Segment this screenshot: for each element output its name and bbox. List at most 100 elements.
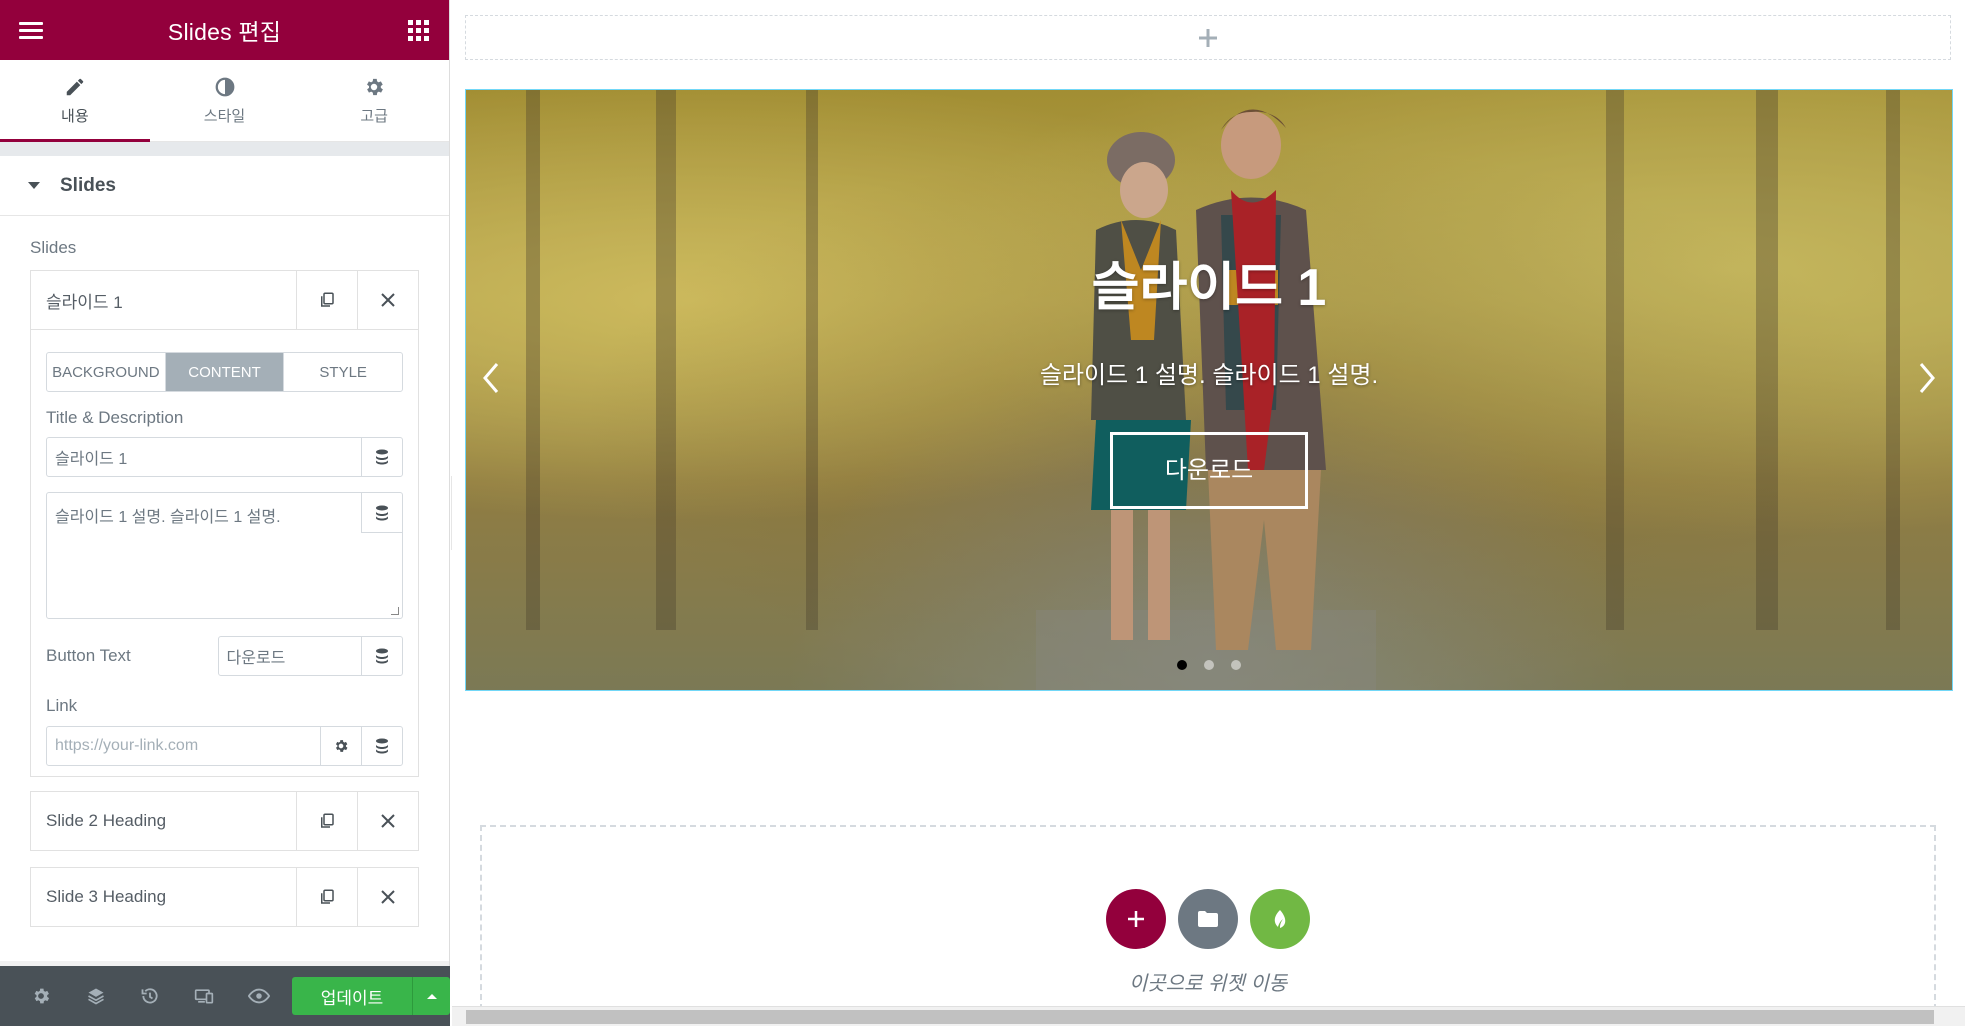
resize-handle[interactable]	[391, 607, 399, 615]
database-icon	[376, 449, 388, 465]
tab-background[interactable]: BACKGROUND	[47, 353, 166, 391]
repeater-item-title: Slide 3 Heading	[46, 887, 167, 906]
save-options-button[interactable]	[412, 977, 451, 1015]
copy-icon	[321, 889, 334, 904]
description-value[interactable]: 슬라이드 1 설명. 슬라이드 1 설명.	[47, 493, 361, 618]
dropzone-hint: 이곳으로 위젯 이동	[1128, 973, 1288, 995]
device-icon	[195, 989, 214, 1004]
caret-down-icon	[28, 182, 40, 189]
add-template-button[interactable]	[1178, 889, 1238, 949]
responsive-button[interactable]	[177, 966, 231, 1026]
tab-style-inner[interactable]: STYLE	[284, 353, 402, 391]
slides-widget[interactable]: 슬라이드 1 슬라이드 1 설명. 슬라이드 1 설명. 다운로드	[465, 89, 1953, 691]
repeater-label: Slides	[30, 238, 77, 257]
navigator-button[interactable]	[68, 966, 122, 1026]
dropzone-buttons	[482, 889, 1934, 949]
empty-section-dropzone[interactable]: 이곳으로 위젯 이동	[480, 825, 1936, 1010]
inner-tabs: BACKGROUND CONTENT STYLE	[46, 352, 403, 392]
folder-icon	[1198, 911, 1218, 927]
repeater-item-header[interactable]: 슬라이드 1	[31, 271, 418, 329]
slide-description: 슬라이드 1 설명. 슬라이드 1 설명.	[1039, 362, 1379, 389]
gear-icon	[335, 740, 348, 752]
preview-canvas: 슬라이드 1 슬라이드 1 설명. 슬라이드 1 설명. 다운로드 이곳으로 위…	[452, 0, 1965, 1026]
tab-content[interactable]: 내용	[0, 60, 150, 142]
link-field[interactable]: https://your-link.com	[46, 726, 403, 766]
duplicate-button[interactable]	[296, 792, 357, 850]
button-text-value[interactable]: 다운로드	[219, 637, 361, 675]
plus-icon	[1128, 911, 1144, 927]
database-icon	[376, 648, 388, 664]
database-icon	[376, 505, 388, 520]
dynamic-tags-button[interactable]	[361, 637, 402, 675]
close-icon	[381, 814, 395, 828]
add-section-top[interactable]	[465, 15, 1951, 60]
envato-kit-button[interactable]	[1250, 889, 1310, 949]
dynamic-tags-button[interactable]	[361, 727, 402, 765]
dynamic-tags-button[interactable]	[361, 493, 402, 533]
tab-content-inner[interactable]: CONTENT	[165, 353, 285, 391]
scrollbar-thumb[interactable]	[466, 1010, 1934, 1024]
tab-label: 내용	[61, 108, 89, 125]
contrast-icon	[215, 77, 234, 97]
history-icon	[141, 988, 158, 1004]
database-icon	[376, 738, 388, 754]
slide-title: 슬라이드 1	[1091, 259, 1327, 317]
repeater-item: Slide 2 Heading	[30, 791, 419, 851]
remove-button[interactable]	[357, 792, 418, 850]
button-text-field[interactable]: 다운로드	[217, 636, 403, 676]
repeater-item-title: Slide 2 Heading	[46, 811, 167, 830]
add-new-section-button[interactable]	[1106, 889, 1166, 949]
tab-advanced[interactable]: 고급	[299, 60, 449, 141]
repeater-item-header[interactable]: Slide 2 Heading	[31, 792, 418, 850]
section-body: Slides 슬라이드 1 BACKGROUND CONTENT STYLE T…	[0, 216, 449, 961]
caret-up-icon	[426, 994, 437, 999]
panel-title: Slides 편집	[167, 19, 282, 45]
eye-icon	[247, 988, 270, 1004]
link-options-button[interactable]	[320, 727, 361, 765]
widgets-grid-icon[interactable]	[405, 17, 431, 43]
close-icon	[381, 293, 395, 307]
duplicate-button[interactable]	[296, 271, 357, 329]
editor-panel: Slides 편집 내용 스타일 고급 Slides Slides 슬라이드 1	[0, 0, 451, 1026]
repeater-item-header[interactable]: Slide 3 Heading	[31, 868, 418, 926]
copy-icon	[321, 813, 334, 828]
slide-button[interactable]: 다운로드	[1110, 432, 1308, 509]
chevron-left-icon	[483, 363, 499, 393]
slider-next-button[interactable]	[1912, 358, 1942, 398]
repeater-item: 슬라이드 1 BACKGROUND CONTENT STYLE Title & …	[30, 270, 419, 777]
gear-icon	[367, 78, 384, 96]
close-icon	[381, 890, 395, 904]
duplicate-button[interactable]	[296, 868, 357, 926]
button-text-row: Button Text 다운로드	[46, 636, 403, 676]
remove-button[interactable]	[357, 271, 418, 329]
slide-content: 슬라이드 1 슬라이드 1 설명. 슬라이드 1 설명. 다운로드	[466, 245, 1952, 509]
dynamic-tags-button[interactable]	[361, 438, 402, 476]
link-label: Link	[46, 696, 78, 715]
tab-label: 스타일	[203, 108, 246, 125]
button-text-label: Button Text	[46, 646, 131, 665]
tab-style[interactable]: 스타일	[150, 60, 300, 141]
layers-icon	[87, 988, 104, 1005]
repeater-item: Slide 3 Heading	[30, 867, 419, 927]
section-toggle-slides[interactable]: Slides	[0, 156, 449, 216]
preview-button[interactable]	[232, 966, 286, 1026]
title-field[interactable]: 슬라이드 1	[46, 437, 403, 477]
horizontal-scrollbar[interactable]	[452, 1006, 1965, 1026]
link-placeholder[interactable]: https://your-link.com	[47, 727, 320, 765]
description-field[interactable]: 슬라이드 1 설명. 슬라이드 1 설명.	[46, 492, 403, 619]
title-value[interactable]: 슬라이드 1	[47, 438, 361, 476]
tab-label: 고급	[360, 108, 388, 125]
repeater-item-title: 슬라이드 1	[46, 292, 123, 312]
slider-prev-button[interactable]	[476, 358, 506, 398]
menu-icon[interactable]	[18, 17, 44, 43]
settings-button[interactable]	[14, 966, 68, 1026]
slider-pagination	[466, 660, 1952, 670]
remove-button[interactable]	[357, 868, 418, 926]
history-button[interactable]	[123, 966, 177, 1026]
update-button[interactable]: 업데이트	[292, 977, 413, 1015]
pagination-dot[interactable]	[1231, 660, 1241, 670]
panel-header: Slides 편집	[0, 0, 449, 60]
pagination-dot[interactable]	[1204, 660, 1214, 670]
copy-icon	[321, 292, 334, 307]
pagination-dot[interactable]	[1177, 660, 1187, 670]
